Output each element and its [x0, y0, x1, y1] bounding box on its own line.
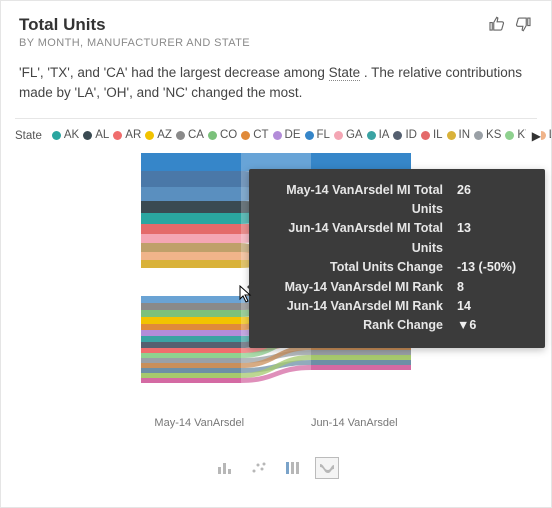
- legend-item[interactable]: GA: [334, 129, 363, 141]
- legend-code: CT: [253, 129, 268, 141]
- legend-item[interactable]: AL: [83, 129, 109, 141]
- tooltip-key: Jun-14 VanArsdel MI Rank: [265, 297, 443, 316]
- legend-item[interactable]: CA: [176, 129, 204, 141]
- legend-item[interactable]: AR: [113, 129, 141, 141]
- legend-code: DE: [285, 129, 301, 141]
- legend-code: FL: [317, 129, 330, 141]
- tooltip-key: Jun-14 VanArsdel MI Total Units: [265, 219, 443, 258]
- legend-item[interactable]: IL: [421, 129, 443, 141]
- legend-dot-icon: [505, 131, 514, 140]
- legend-item[interactable]: KS: [474, 129, 501, 141]
- viz-column-icon[interactable]: [281, 457, 305, 479]
- legend-scroll-right-icon[interactable]: ▶: [526, 129, 541, 143]
- legend-code: AK: [64, 129, 79, 141]
- chart-tooltip: May-14 VanArsdel MI Total Units 26 Jun-14…: [249, 169, 545, 348]
- viz-bar-icon[interactable]: [213, 457, 237, 479]
- page-subtitle: BY MONTH, MANUFACTURER AND STATE: [19, 37, 487, 49]
- legend-dot-icon: [447, 131, 456, 140]
- legend-dot-icon: [273, 131, 282, 140]
- legend-code: CO: [220, 129, 237, 141]
- legend: State AKALARAZCACOCTDEFLGAIAIDILINKSKYLA…: [1, 119, 551, 147]
- legend-item[interactable]: FL: [305, 129, 330, 141]
- legend-code: AZ: [157, 129, 172, 141]
- legend-item[interactable]: AK: [52, 129, 79, 141]
- legend-code: AL: [95, 129, 109, 141]
- tooltip-val: 8: [457, 278, 529, 297]
- legend-dot-icon: [421, 131, 430, 140]
- tooltip-val: ▼6: [457, 316, 529, 335]
- legend-code: AR: [125, 129, 141, 141]
- legend-dot-icon: [176, 131, 185, 140]
- legend-dot-icon: [113, 131, 122, 140]
- tooltip-val: -13 (-50%): [457, 258, 529, 277]
- legend-code: KS: [486, 129, 501, 141]
- legend-code: GA: [346, 129, 363, 141]
- legend-dot-icon: [474, 131, 483, 140]
- tooltip-key: May-14 VanArsdel MI Rank: [265, 278, 443, 297]
- legend-dot-icon: [52, 131, 61, 140]
- legend-item[interactable]: AZ: [145, 129, 172, 141]
- tooltip-val: 26: [457, 181, 529, 220]
- tooltip-key: Rank Change: [265, 316, 443, 335]
- viz-ribbon-icon[interactable]: [315, 457, 339, 479]
- legend-dot-icon: [83, 131, 92, 140]
- legend-dot-icon: [334, 131, 343, 140]
- narrative-part1: 'FL', 'TX', and 'CA' had the largest dec…: [19, 65, 329, 80]
- legend-dot-icon: [208, 131, 217, 140]
- legend-code: IL: [433, 129, 443, 141]
- narrative-text: 'FL', 'TX', and 'CA' had the largest dec…: [1, 55, 551, 118]
- ribbon-chart[interactable]: May-14 VanArsdel Jun-14 VanArsdel May-14…: [19, 153, 533, 453]
- tooltip-val: 13: [457, 219, 529, 258]
- legend-code: IN: [459, 129, 471, 141]
- tooltip-val: 14: [457, 297, 529, 316]
- legend-code: CA: [188, 129, 204, 141]
- legend-item[interactable]: DE: [273, 129, 301, 141]
- page-title: Total Units: [19, 15, 487, 35]
- thumbs-down-icon[interactable]: [515, 15, 533, 38]
- axis-label-right: Jun-14 VanArsdel: [311, 417, 398, 429]
- axis-label-left: May-14 VanArsdel: [154, 417, 244, 429]
- legend-label: State: [15, 130, 42, 142]
- narrative-link-state[interactable]: State: [329, 65, 361, 81]
- legend-code: ID: [405, 129, 417, 141]
- tooltip-key: Total Units Change: [265, 258, 443, 277]
- legend-dot-icon: [367, 131, 376, 140]
- viz-switcher: [1, 457, 551, 479]
- legend-item[interactable]: CT: [241, 129, 268, 141]
- legend-dot-icon: [305, 131, 314, 140]
- legend-dot-icon: [145, 131, 154, 140]
- viz-scatter-icon[interactable]: [247, 457, 271, 479]
- legend-dot-icon: [241, 131, 250, 140]
- thumbs-up-icon[interactable]: [487, 15, 505, 38]
- legend-item[interactable]: IN: [447, 129, 471, 141]
- legend-item[interactable]: CO: [208, 129, 237, 141]
- legend-code: IA: [379, 129, 390, 141]
- tooltip-key: May-14 VanArsdel MI Total Units: [265, 181, 443, 220]
- legend-dot-icon: [393, 131, 402, 140]
- legend-item[interactable]: IA: [367, 129, 390, 141]
- legend-item[interactable]: ID: [393, 129, 417, 141]
- legend-code: LA: [549, 129, 551, 141]
